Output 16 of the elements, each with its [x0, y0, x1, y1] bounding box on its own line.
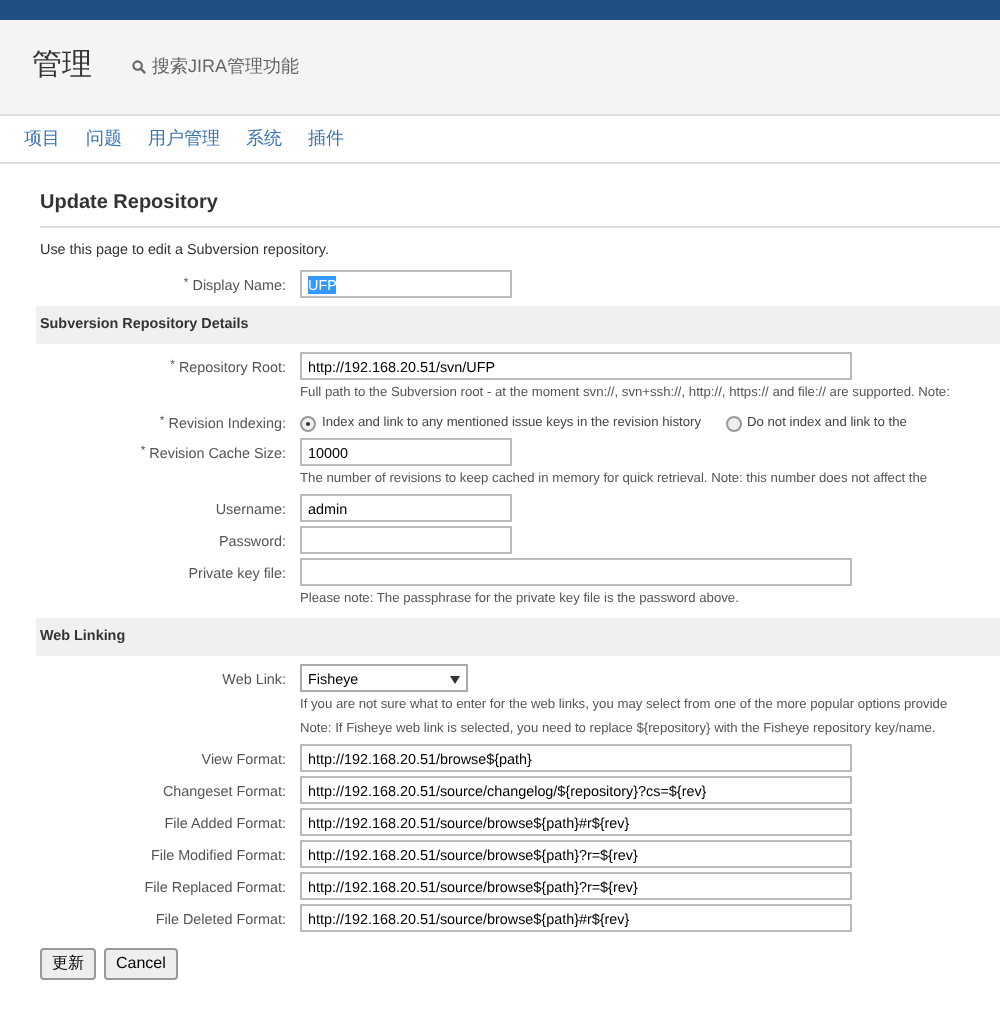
- page-title: 管理: [32, 46, 92, 87]
- caret-icon: [450, 676, 460, 685]
- nav-link[interactable]: 系统: [246, 125, 282, 153]
- radio-dot[interactable]: [300, 415, 316, 432]
- search-icon: [132, 60, 146, 74]
- nav-link[interactable]: 用户管理: [148, 125, 220, 153]
- search-field[interactable]: 搜索JIRA管理功能: [152, 53, 300, 81]
- radio-dot[interactable]: [725, 415, 741, 432]
- nav-link[interactable]: 插件: [308, 125, 344, 153]
- form-title: Update Repository: [40, 188, 1000, 228]
- input-field[interactable]: [300, 526, 512, 555]
- cancel-button[interactable]: Cancel: [104, 948, 178, 981]
- update-button[interactable]: 更新: [40, 948, 96, 981]
- nav-link[interactable]: 问题: [86, 125, 122, 153]
- nav-link[interactable]: 项目: [24, 125, 60, 153]
- input-field[interactable]: [300, 558, 852, 587]
